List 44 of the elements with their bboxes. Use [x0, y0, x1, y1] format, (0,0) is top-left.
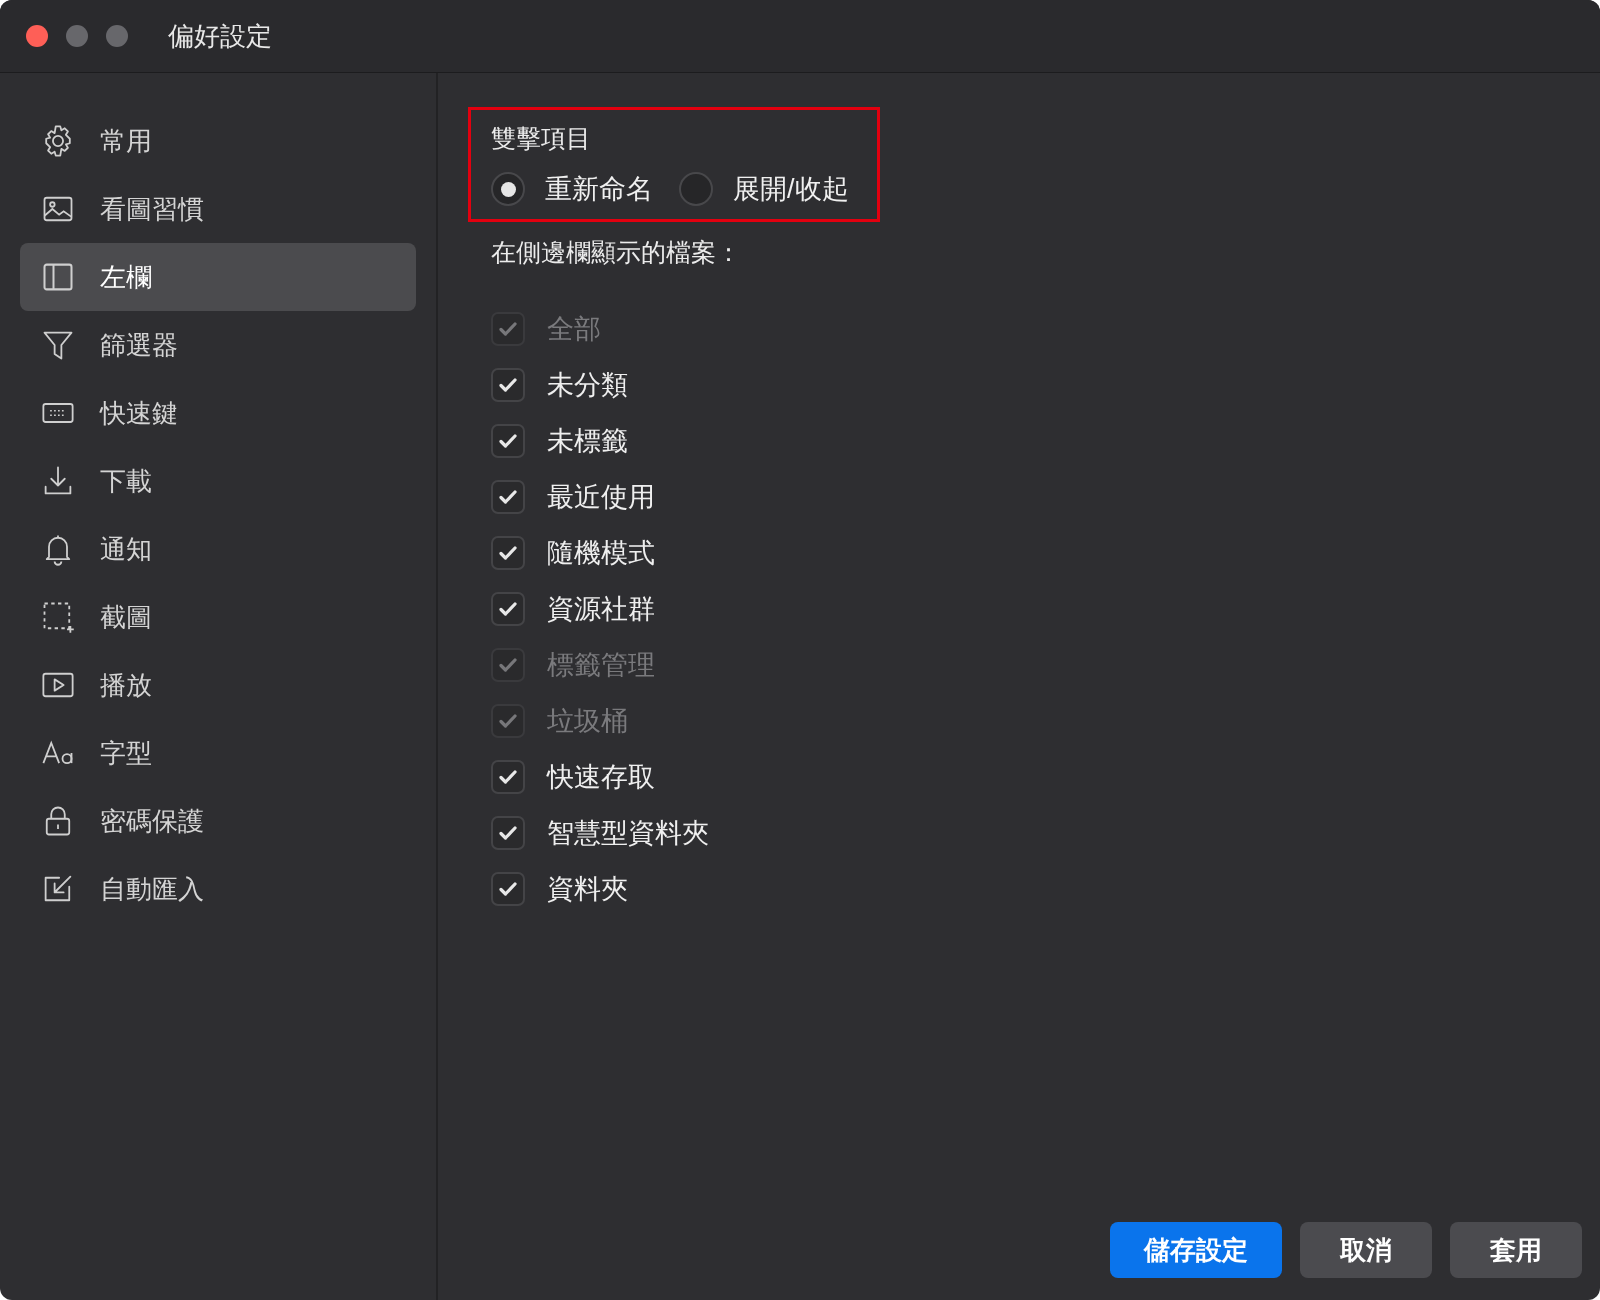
sidebar-item[interactable]: 看圖習慣 [20, 175, 416, 243]
sidebar-item[interactable]: 左欄 [20, 243, 416, 311]
sidebar-item[interactable]: 篩選器 [20, 311, 416, 379]
dialog-button[interactable]: 取消 [1300, 1222, 1432, 1278]
zoom-button[interactable] [106, 25, 128, 47]
checkbox-label: 資源社群 [547, 593, 655, 626]
radio-button[interactable] [491, 172, 525, 206]
sidebar-item[interactable]: 播放 [20, 651, 416, 719]
radio-option[interactable]: 重新命名 [491, 171, 653, 207]
sidebar-item[interactable]: 密碼保護 [20, 787, 416, 855]
sidebar-item[interactable]: 快速鍵 [20, 379, 416, 447]
section-heading: 雙擊項目 [491, 123, 592, 154]
close-button[interactable] [26, 25, 48, 47]
checkbox[interactable] [491, 872, 525, 906]
sidebar-item[interactable]: 通知 [20, 515, 416, 583]
sidebar-item[interactable]: 自動匯入 [20, 855, 416, 923]
section-heading: 在側邊欄顯示的檔案： [491, 237, 742, 268]
checkbox-label: 隨機模式 [547, 537, 655, 570]
radio-button[interactable] [679, 172, 713, 206]
checkbox-label: 垃圾桶 [547, 705, 628, 738]
dialog-button[interactable]: 套用 [1450, 1222, 1582, 1278]
checkbox-label: 智慧型資料夾 [547, 817, 709, 850]
sidebar-item[interactable]: 常用 [20, 107, 416, 175]
checkbox-label: 未分類 [547, 369, 628, 402]
checkbox[interactable] [491, 424, 525, 458]
checkbox-label: 標籤管理 [547, 649, 655, 682]
sidebar-item[interactable]: 字型 [20, 719, 416, 787]
checkbox[interactable] [491, 480, 525, 514]
checkbox-label: 資料夾 [547, 873, 628, 906]
checkbox[interactable] [491, 760, 525, 794]
checkbox-label: 未標籤 [547, 425, 628, 458]
radio-option[interactable]: 展開/收起 [679, 171, 849, 207]
save-button[interactable]: 儲存設定 [1110, 1222, 1282, 1278]
checkbox[interactable] [491, 816, 525, 850]
checkbox-label: 快速存取 [547, 761, 655, 794]
sidebar-item[interactable]: 下載 [20, 447, 416, 515]
minimize-button[interactable] [66, 25, 88, 47]
window-title: 偏好設定 [168, 19, 272, 53]
checkbox-label: 最近使用 [547, 481, 655, 514]
checkbox[interactable] [491, 368, 525, 402]
checkbox[interactable] [491, 592, 525, 626]
sidebar-item[interactable]: 截圖 [20, 583, 416, 651]
checkbox[interactable] [491, 536, 525, 570]
checkbox-label: 全部 [547, 313, 601, 346]
